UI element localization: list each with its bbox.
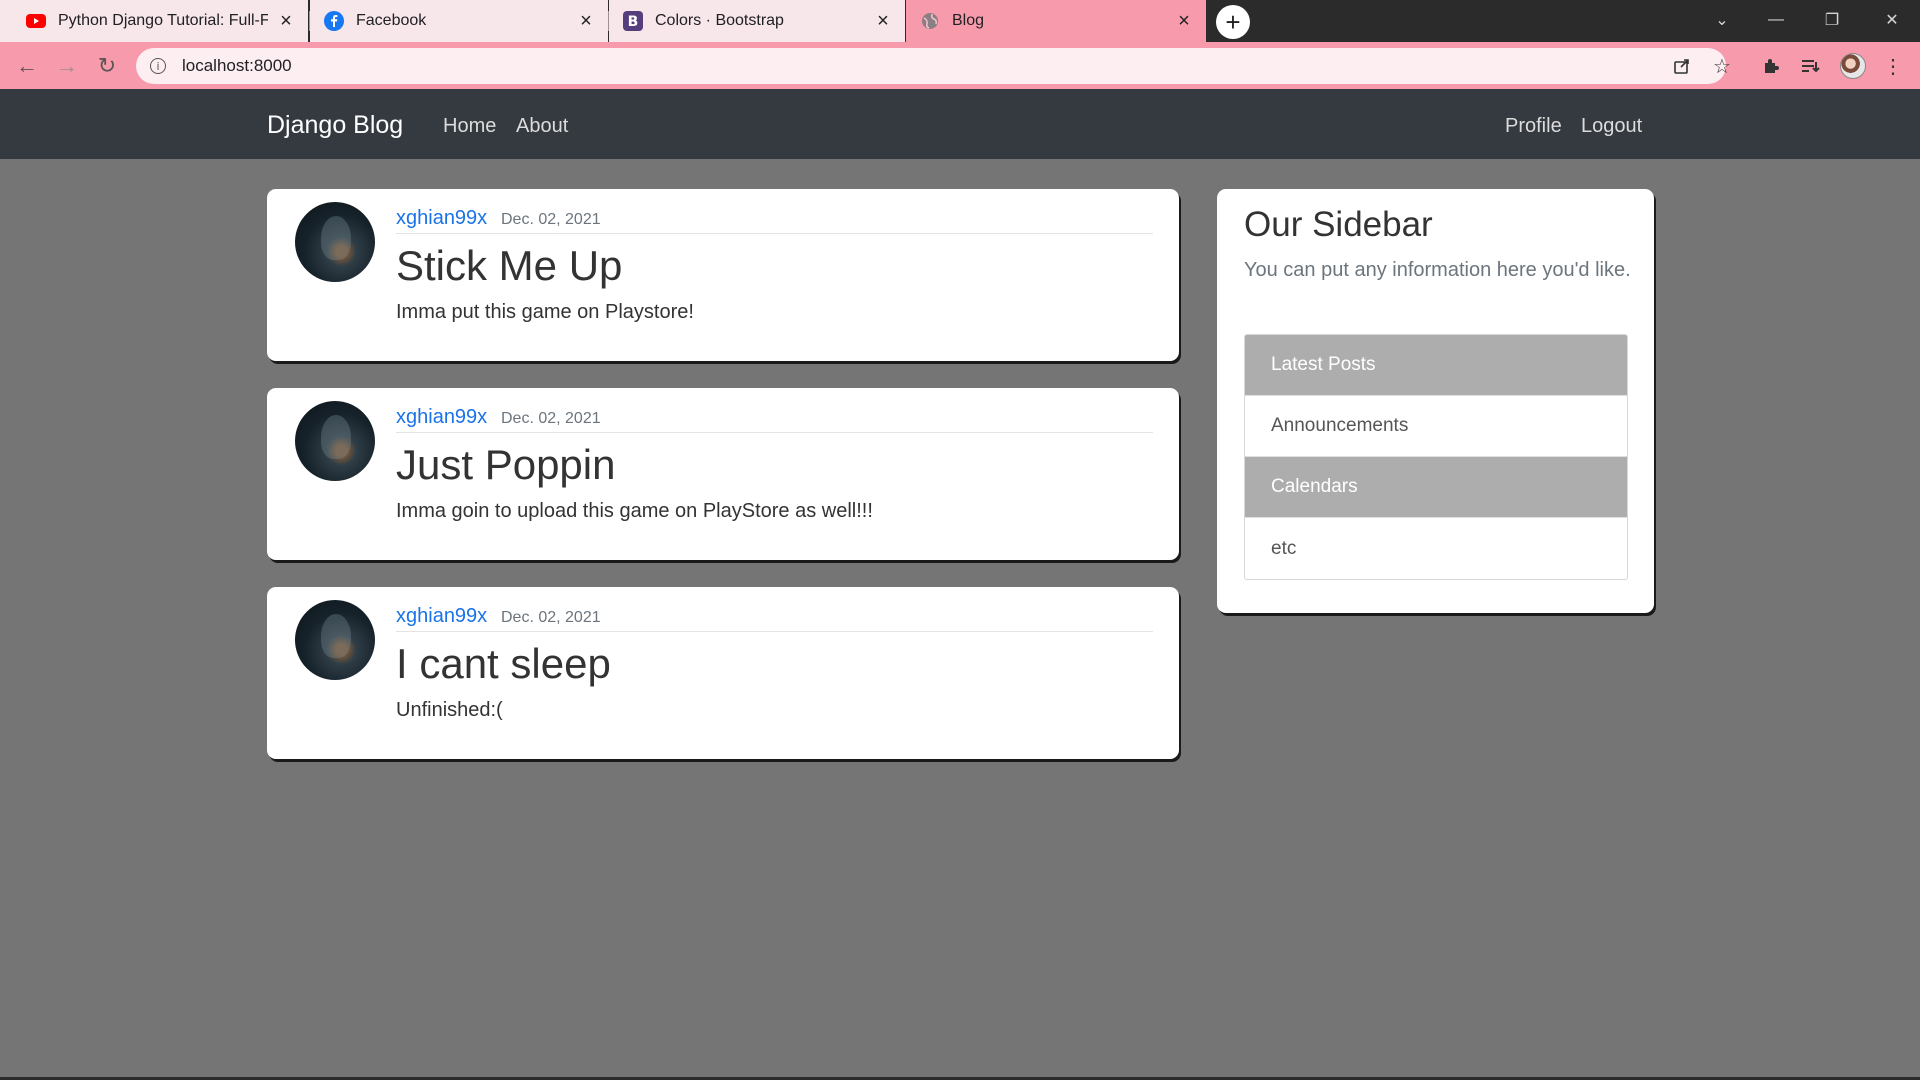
sidebar-title: Our Sidebar <box>1244 205 1433 244</box>
minimize-icon[interactable]: — <box>1748 0 1804 40</box>
bookmark-star-icon[interactable]: ☆ <box>1706 50 1738 82</box>
author-avatar <box>295 600 375 680</box>
post-content: Imma goin to upload this game on PlaySto… <box>396 500 873 522</box>
menu-kebab-icon[interactable]: ⋮ <box>1876 50 1910 82</box>
post-date: Dec. 02, 2021 <box>501 410 601 427</box>
tab-title: Python Django Tutorial: Full-Feat <box>58 12 268 29</box>
nav-profile-link[interactable]: Profile <box>1505 115 1562 138</box>
sidebar-item-etc[interactable]: etc <box>1245 518 1627 579</box>
tab-title: Colors · Bootstrap <box>655 12 784 29</box>
restore-icon[interactable]: ❐ <box>1804 0 1860 40</box>
post-content: Unfinished:( <box>396 699 503 721</box>
post-author-link[interactable]: xghian99x <box>396 605 487 628</box>
nav-about-link[interactable]: About <box>516 115 568 138</box>
post-date: Dec. 02, 2021 <box>501 609 601 626</box>
url-text[interactable]: localhost:8000 <box>182 56 292 76</box>
profile-avatar[interactable] <box>1836 50 1870 82</box>
post-card: xghian99x Dec. 02, 2021 Stick Me Up Imma… <box>267 189 1179 361</box>
sidebar-description: You can put any information here you'd l… <box>1244 259 1631 281</box>
tab-blog[interactable]: Blog × <box>906 0 1206 42</box>
browser-toolbar: ← → ↻ i localhost:8000 ☆ ⋮ <box>0 42 1920 89</box>
tab-bootstrap[interactable]: B Colors · Bootstrap × <box>609 0 905 42</box>
sidebar-list: Latest Posts Announcements Calendars etc <box>1244 334 1628 580</box>
site-info-icon[interactable]: i <box>150 58 166 74</box>
author-avatar <box>295 202 375 282</box>
post-author-link[interactable]: xghian99x <box>396 207 487 230</box>
post-title-link[interactable]: Stick Me Up <box>396 242 622 290</box>
sidebar-item-calendars[interactable]: Calendars <box>1245 457 1627 518</box>
post-card: xghian99x Dec. 02, 2021 Just Poppin Imma… <box>267 388 1179 560</box>
forward-icon[interactable]: → <box>51 50 83 82</box>
divider <box>396 631 1153 632</box>
browser-tab-strip: Python Django Tutorial: Full-Feat × Face… <box>0 0 1920 42</box>
reload-icon[interactable]: ↻ <box>91 50 123 82</box>
address-bar[interactable]: i localhost:8000 <box>136 48 1726 84</box>
close-tab-icon[interactable]: × <box>1172 9 1196 33</box>
site-navbar: Django Blog Home About Profile Logout <box>0 89 1920 159</box>
tab-youtube[interactable]: Python Django Tutorial: Full-Feat × <box>0 0 308 42</box>
share-icon[interactable] <box>1666 50 1698 82</box>
tab-title: Blog <box>952 12 985 29</box>
reading-list-icon[interactable] <box>1794 50 1828 82</box>
close-tab-icon[interactable]: × <box>574 9 598 33</box>
close-tab-icon[interactable]: × <box>871 9 895 33</box>
youtube-icon <box>26 11 46 31</box>
nav-home-link[interactable]: Home <box>443 115 496 138</box>
close-tab-icon[interactable]: × <box>274 9 298 33</box>
post-card: xghian99x Dec. 02, 2021 I cant sleep Unf… <box>267 587 1179 759</box>
sidebar-card: Our Sidebar You can put any information … <box>1217 189 1654 613</box>
post-title-link[interactable]: Just Poppin <box>396 441 615 489</box>
author-avatar <box>295 401 375 481</box>
bootstrap-icon: B <box>623 11 643 31</box>
sidebar-item-announcements[interactable]: Announcements <box>1245 396 1627 457</box>
tab-title: Facebook <box>356 12 427 29</box>
post-author-link[interactable]: xghian99x <box>396 406 487 429</box>
extensions-icon[interactable] <box>1754 50 1788 82</box>
close-window-icon[interactable]: ✕ <box>1864 0 1920 40</box>
divider <box>396 432 1153 433</box>
avatar <box>1840 53 1866 79</box>
divider <box>396 233 1153 234</box>
brand-link[interactable]: Django Blog <box>267 111 403 140</box>
sidebar-item-latest-posts[interactable]: Latest Posts <box>1245 335 1627 396</box>
post-date: Dec. 02, 2021 <box>501 211 601 228</box>
tab-facebook[interactable]: Facebook × <box>310 0 608 42</box>
back-icon[interactable]: ← <box>11 50 43 82</box>
facebook-icon <box>324 11 344 31</box>
post-title-link[interactable]: I cant sleep <box>396 640 611 688</box>
new-tab-button[interactable]: + <box>1216 5 1250 39</box>
post-content: Imma put this game on Playstore! <box>396 301 694 323</box>
tab-search-icon[interactable]: ⌄ <box>1694 0 1750 40</box>
globe-icon <box>920 11 940 31</box>
nav-logout-link[interactable]: Logout <box>1581 115 1642 138</box>
svg-text:B: B <box>628 14 639 30</box>
